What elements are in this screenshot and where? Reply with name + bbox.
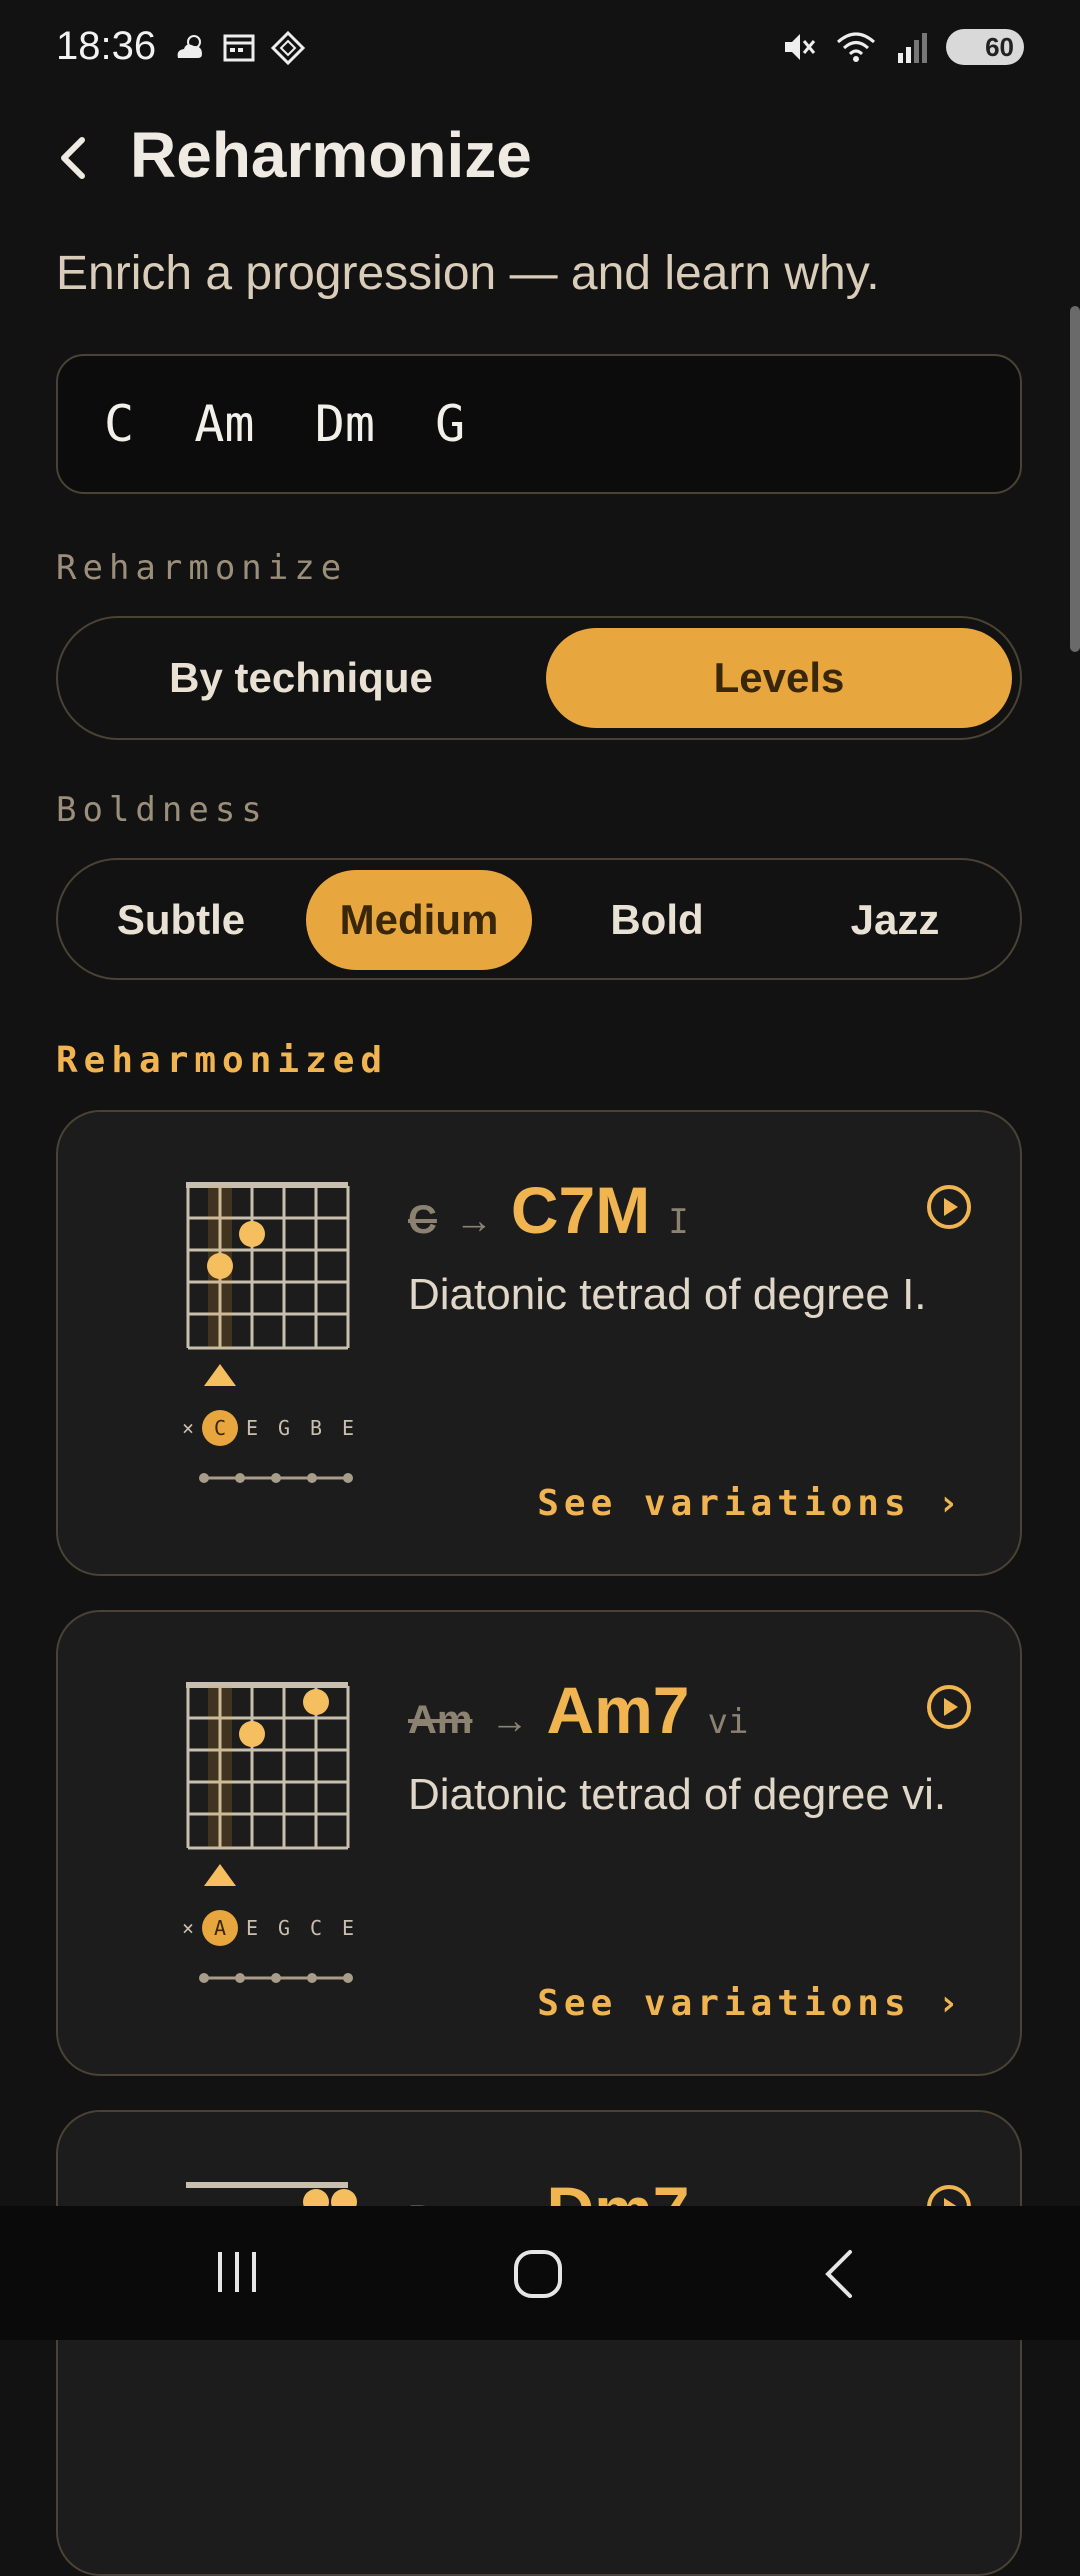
chord-degree: I bbox=[668, 1202, 689, 1242]
mode-label: Reharmonize bbox=[56, 548, 348, 588]
calendar-icon bbox=[223, 34, 255, 62]
chord-change: Am → Am7 vi bbox=[408, 1672, 748, 1748]
right-arrow-icon: → bbox=[454, 1200, 493, 1242]
back-arrow-icon[interactable] bbox=[50, 130, 94, 186]
progression-input[interactable]: C Am Dm G bbox=[56, 354, 1022, 494]
diamond-icon bbox=[270, 30, 306, 66]
mute-icon bbox=[785, 34, 816, 60]
status-bar: 18:36 60 bbox=[0, 0, 1080, 100]
new-chord: Am7 bbox=[546, 1673, 690, 1747]
string-label: A bbox=[214, 1916, 226, 1940]
string-label: B bbox=[310, 1416, 322, 1440]
string-label: G bbox=[278, 1916, 290, 1940]
boldness-jazz[interactable]: Jazz bbox=[782, 870, 1008, 970]
original-chord: C bbox=[408, 1198, 437, 1242]
string-label: × bbox=[182, 1416, 194, 1440]
boldness-selector: Subtle Medium Bold Jazz bbox=[56, 858, 1022, 980]
right-arrow-icon: → bbox=[490, 1700, 529, 1742]
string-label: × bbox=[182, 1916, 194, 1940]
string-label: E bbox=[246, 1416, 258, 1440]
status-right-icons: 60 bbox=[780, 28, 1024, 66]
play-icon[interactable] bbox=[926, 1684, 972, 1730]
signal-icon bbox=[898, 33, 927, 63]
chord-diagram: × A E G C E bbox=[182, 1682, 354, 1983]
wifi-icon bbox=[837, 32, 875, 62]
status-left-icons bbox=[172, 30, 306, 66]
cloud-icon bbox=[177, 35, 202, 58]
mode-levels[interactable]: Levels bbox=[546, 628, 1012, 728]
page-subtitle: Enrich a progression — and learn why. bbox=[56, 247, 880, 300]
chord-change: C → C7M I bbox=[408, 1172, 689, 1248]
mode-by-technique[interactable]: By technique bbox=[68, 628, 534, 728]
original-chord: Am bbox=[408, 1698, 473, 1742]
result-card[interactable]: × A E G C E Am → Am7 vi Diatonic tetrad … bbox=[56, 1610, 1022, 2076]
string-label: C bbox=[214, 1416, 226, 1440]
boldness-subtle[interactable]: Subtle bbox=[68, 870, 294, 970]
new-chord: C7M bbox=[510, 1173, 651, 1247]
see-variations-link[interactable]: See variations › bbox=[537, 1983, 964, 2024]
boldness-label: Boldness bbox=[56, 790, 268, 830]
recent-apps-icon[interactable] bbox=[212, 2246, 262, 2298]
see-variations-link[interactable]: See variations › bbox=[537, 1483, 964, 1524]
boldness-medium[interactable]: Medium bbox=[306, 870, 532, 970]
mode-toggle: By technique Levels bbox=[56, 616, 1022, 740]
chord-diagram: × C E G B E bbox=[182, 1182, 354, 1483]
chord-degree: vi bbox=[707, 1702, 749, 1742]
chord-description: Diatonic tetrad of degree I. bbox=[408, 1270, 927, 1319]
string-label: G bbox=[278, 1416, 290, 1440]
back-nav-icon[interactable] bbox=[818, 2246, 862, 2302]
page-title: Reharmonize bbox=[130, 119, 532, 191]
results-label: Reharmonized bbox=[56, 1040, 389, 1081]
string-label: E bbox=[246, 1916, 258, 1940]
status-time: 18:36 bbox=[56, 24, 157, 68]
string-label: E bbox=[342, 1916, 354, 1940]
system-nav-bar bbox=[0, 2206, 1080, 2340]
battery-icon: 60 bbox=[946, 29, 1024, 65]
home-icon[interactable] bbox=[510, 2246, 566, 2302]
result-card[interactable]: Dm → Dm7 ii bbox=[56, 2110, 1022, 2576]
result-card[interactable]: × C E G B E C → C7M I Diatonic tetrad of… bbox=[56, 1110, 1022, 1576]
boldness-bold[interactable]: Bold bbox=[544, 870, 770, 970]
string-label: E bbox=[342, 1416, 354, 1440]
chord-description: Diatonic tetrad of degree vi. bbox=[408, 1770, 947, 1819]
string-label: C bbox=[310, 1916, 322, 1940]
scrollbar[interactable] bbox=[1070, 306, 1080, 652]
play-icon[interactable] bbox=[926, 1184, 972, 1230]
